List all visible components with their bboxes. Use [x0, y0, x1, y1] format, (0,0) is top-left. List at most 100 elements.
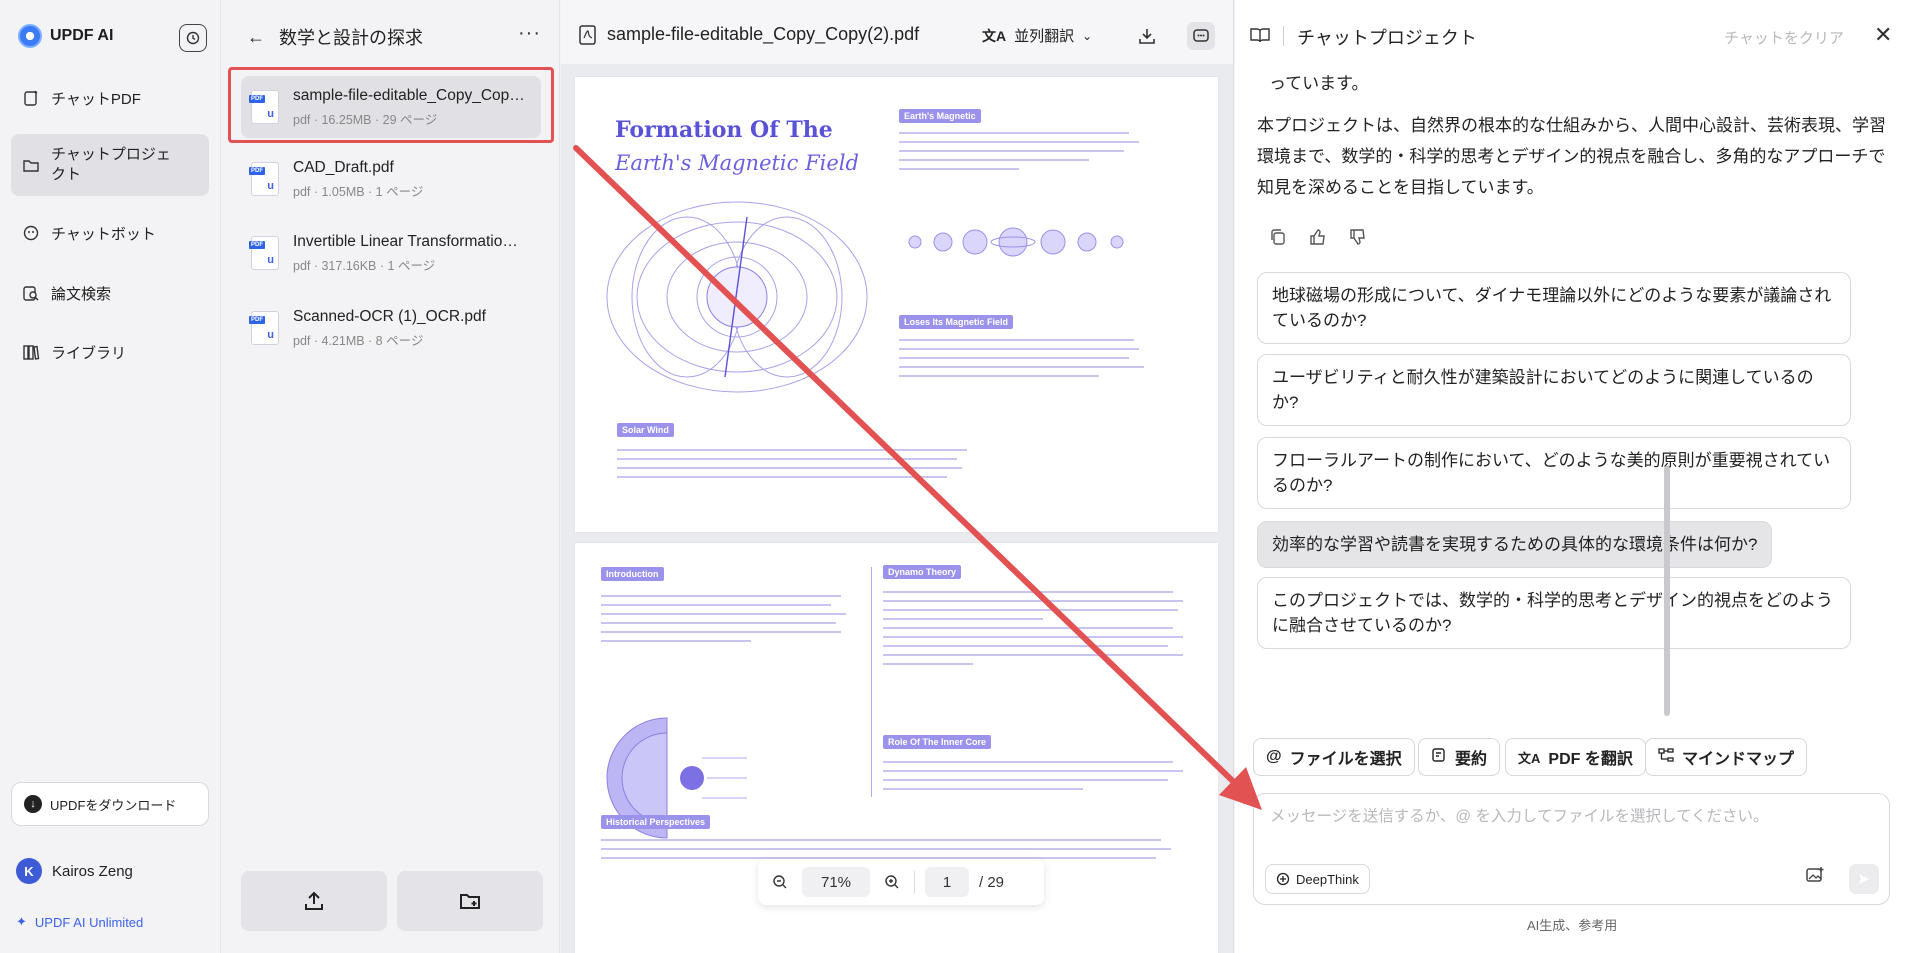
suggested-question[interactable]: 地球磁場の形成について、ダイナモ理論以外にどのような要素が議論されているのか? [1257, 272, 1851, 344]
updf-logo-icon [18, 24, 42, 48]
pdf-file-icon: PDF u [249, 162, 279, 196]
download-icon [1139, 29, 1155, 44]
ai-message-tail: っています。 [1269, 74, 1369, 93]
mind-map-icon [1658, 747, 1674, 768]
planets-diagram [908, 227, 1124, 257]
file-item[interactable]: PDF u CAD_Draft.pdf pdf · 1.05MB · 1 ページ [241, 148, 541, 210]
tool-label: 要約 [1455, 751, 1488, 768]
tool-label: マインドマップ [1682, 751, 1795, 768]
pdf-file-icon: PDF u [249, 311, 279, 345]
book-icon[interactable] [1247, 24, 1273, 46]
nav-item-paper-search[interactable]: 論文検索 [11, 273, 209, 313]
back-arrow-icon[interactable]: ← [247, 27, 265, 48]
paragraph-lines [899, 339, 1144, 377]
suggested-question[interactable]: ユーザビリティと耐久性が建築設計においてどのように関連しているのか? [1257, 354, 1851, 426]
sparkle-icon: ✦ [16, 914, 27, 929]
library-icon [21, 342, 41, 362]
chat-history-button[interactable] [179, 24, 207, 52]
download-updf-button[interactable]: ↓ UPDFをダウンロード [11, 782, 209, 826]
suggested-question[interactable]: このプロジェクトでは、数学的・科学的思考とデザイン的視点をどのように融合させてい… [1257, 577, 1851, 649]
divider [1283, 26, 1284, 46]
deepthink-label: DeepThink [1296, 871, 1359, 887]
brand-name: UPDF AI [50, 27, 114, 44]
zoom-in-icon[interactable] [880, 870, 904, 894]
plan-badge[interactable]: ✦ UPDF AI Unlimited [16, 914, 143, 930]
section-tag: Historical Perspectives [601, 815, 711, 829]
nav-item-chatbot[interactable]: チャットボット [11, 213, 209, 253]
folder-add-icon [460, 894, 480, 909]
history-icon [186, 31, 200, 45]
project-header: ← 数学と設計の探求 [247, 24, 423, 50]
select-file-button[interactable]: @ ファイルを選択 [1253, 738, 1415, 776]
file-item[interactable]: PDF u Scanned-OCR (1)_OCR.pdf pdf · 4.21M… [241, 297, 541, 359]
brand[interactable]: UPDF AI [18, 24, 113, 48]
paragraph-lines [601, 839, 1171, 859]
file-name: CAD_Draft.pdf [293, 158, 394, 176]
clear-chat-button[interactable]: チャットをクリア [1724, 27, 1844, 48]
pdf-doc-icon [579, 24, 596, 45]
selected-file-highlight [228, 67, 554, 143]
file-name: Invertible Linear Transformations.pdf [293, 232, 519, 250]
close-icon[interactable]: ✕ [1874, 22, 1892, 48]
user-name: Kairos Zeng [52, 862, 133, 880]
upload-icon [305, 891, 323, 910]
download-button[interactable] [1133, 22, 1161, 50]
translate-pdf-button[interactable]: 文A PDF を翻訳 [1505, 738, 1646, 776]
nav-item-chat-pdf[interactable]: チャットPDF [11, 78, 209, 118]
section-tag: Solar Wind [617, 423, 674, 437]
more-options-icon[interactable]: ··· [518, 22, 541, 45]
thumbs-down-icon[interactable] [1349, 228, 1367, 251]
page-total: / 29 [979, 873, 1005, 891]
file-meta: pdf · 4.21MB · 8 ページ [293, 333, 424, 348]
nav-label: チャットPDF [51, 90, 141, 108]
paper-search-icon [21, 283, 41, 303]
suggested-question[interactable]: フローラルアートの制作において、どのような美的原則が重要視されているのか? [1257, 437, 1851, 509]
deepthink-toggle[interactable]: DeepThink [1265, 864, 1370, 894]
chat-pdf-icon [21, 88, 41, 108]
section-tag: Introduction [601, 567, 664, 581]
send-icon [1859, 874, 1869, 884]
thumbs-up-icon[interactable] [1309, 228, 1327, 251]
user-profile[interactable]: K Kairos Zeng [16, 858, 133, 884]
chevron-down-icon: ⌄ [1082, 28, 1093, 43]
deepthink-icon [1276, 872, 1290, 886]
plan-label: UPDF AI Unlimited [34, 914, 144, 930]
copy-icon[interactable] [1269, 228, 1287, 251]
viewer-toolbar: sample-file-editable_Copy_Copy(2).pdf 文A… [561, 0, 1233, 64]
section-tag: Earth's Magnetic [899, 109, 981, 123]
zoom-controls: 71% 1 / 29 [758, 859, 1044, 905]
folder-chat-icon [21, 155, 41, 175]
download-label: UPDFをダウンロード [50, 797, 177, 813]
image-upload-icon[interactable] [1805, 866, 1825, 889]
message-input[interactable] [1270, 808, 1870, 826]
suggested-question-active[interactable]: 効率的な学習や読書を実現するための具体的な環境条件は何か? [1257, 521, 1773, 568]
zoom-out-icon[interactable] [768, 870, 792, 894]
nav-item-library[interactable]: ライブラリ [11, 332, 209, 372]
pdf-page: Formation Of The Earth's Magnetic Field … [575, 77, 1218, 532]
parallel-translate-dropdown[interactable]: 文A 並列翻訳 ⌄ [982, 25, 1092, 46]
zoom-level[interactable]: 71% [802, 867, 870, 897]
pdf-file-icon: PDF u [249, 236, 279, 270]
document-title-text: sample-file-editable_Copy_Copy(2).pdf [607, 24, 920, 44]
ai-chat-toggle-button[interactable] [1187, 22, 1215, 50]
paragraph-lines [601, 595, 846, 642]
nav-item-chat-project[interactable]: チャットプロジェクト [11, 134, 209, 196]
paragraph-lines [899, 132, 1139, 170]
chat-scrollbar[interactable] [1664, 466, 1670, 716]
avatar: K [16, 858, 42, 884]
left-sidebar: UPDF AI チャットPDF チャットプロジェクト チャットボット 論文検索 … [0, 0, 221, 953]
send-button[interactable] [1849, 864, 1879, 894]
page-number-input[interactable]: 1 [925, 867, 969, 897]
upload-button[interactable] [241, 871, 387, 931]
column-divider [871, 567, 872, 797]
add-folder-button[interactable] [397, 871, 543, 931]
mind-map-button[interactable]: マインドマップ [1645, 738, 1808, 776]
project-title: 数学と設計の探求 [279, 28, 423, 48]
paragraph-lines [883, 591, 1183, 665]
nav-label: チャットプロジェクト [51, 146, 171, 183]
tool-label: ファイルを選択 [1289, 751, 1402, 768]
summary-button[interactable]: 要約 [1418, 738, 1501, 776]
paragraph-lines [883, 761, 1183, 790]
tool-label: PDF を翻訳 [1548, 751, 1633, 768]
file-item[interactable]: PDFu Invertible Linear Transformations.p… [241, 222, 541, 284]
